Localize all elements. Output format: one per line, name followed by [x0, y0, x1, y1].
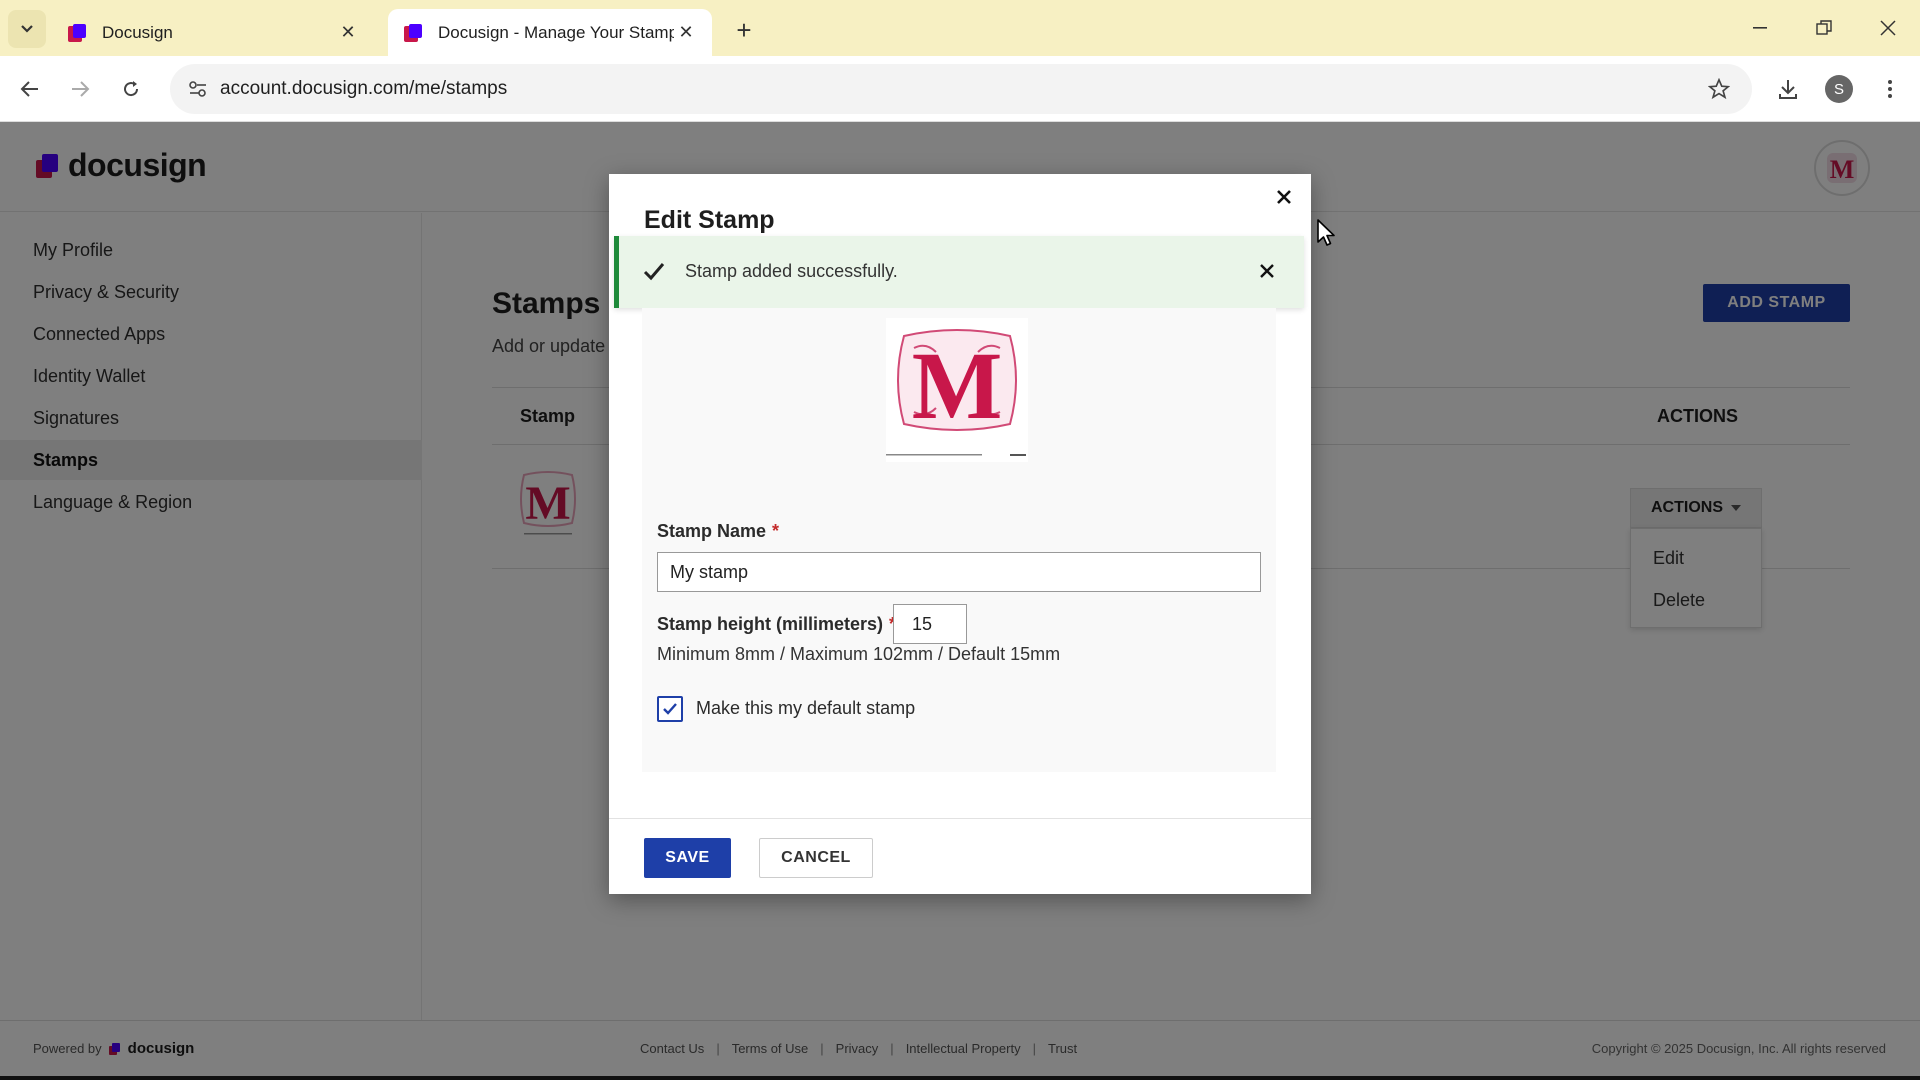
tab-search-button[interactable] [8, 10, 46, 48]
edit-stamp-dialog: Edit Stamp Stamp added successfully. M S… [609, 174, 1311, 894]
browser-tab-manage-stamps[interactable]: Docusign - Manage Your Stamps ✕ [388, 9, 712, 56]
close-toast-icon[interactable] [1254, 258, 1280, 284]
close-window-icon[interactable] [1870, 12, 1906, 44]
dialog-footer-divider [609, 818, 1311, 819]
close-tab-icon[interactable]: ✕ [336, 21, 360, 45]
url-text: account.docusign.com/me/stamps [220, 78, 508, 99]
bookmark-star-icon[interactable] [1704, 74, 1734, 104]
minimize-icon[interactable] [1742, 12, 1778, 44]
reload-icon[interactable] [113, 71, 149, 107]
default-stamp-label[interactable]: Make this my default stamp [696, 698, 915, 719]
browser-menu-icon[interactable] [1873, 72, 1907, 106]
stamp-height-hint: Minimum 8mm / Maximum 102mm / Default 15… [657, 644, 1061, 664]
download-icon[interactable] [1771, 72, 1805, 106]
mouse-cursor-icon [1317, 219, 1335, 246]
toast-message: Stamp added successfully. [685, 261, 898, 281]
stamp-preview-image: M [886, 318, 1028, 462]
tab-title: Docusign [102, 22, 173, 42]
site-info-icon[interactable] [182, 73, 214, 105]
cancel-button[interactable]: CANCEL [759, 838, 873, 878]
close-dialog-icon[interactable] [1269, 182, 1299, 212]
stamp-height-label: Stamp height (millimeters)* [657, 614, 896, 634]
docusign-favicon-icon [68, 23, 86, 42]
back-icon[interactable] [12, 71, 48, 107]
stamp-name-input[interactable] [657, 552, 1261, 592]
browser-tab-docusign[interactable]: Docusign ✕ [52, 9, 374, 56]
new-tab-button[interactable]: + [728, 14, 760, 46]
success-toast: Stamp added successfully. [614, 236, 1304, 308]
browser-tabbar: Docusign ✕ Docusign - Manage Your Stamps… [0, 0, 1920, 56]
docusign-favicon-icon [404, 23, 422, 42]
address-bar[interactable]: account.docusign.com/me/stamps [170, 64, 1752, 114]
default-stamp-checkbox[interactable] [657, 696, 683, 722]
svg-text:M: M [912, 332, 1003, 439]
close-tab-icon[interactable]: ✕ [674, 21, 698, 45]
stamp-name-label: Stamp Name * [657, 521, 780, 541]
forward-icon[interactable] [62, 71, 98, 107]
checkmark-icon [643, 263, 665, 281]
stamp-height-input[interactable] [893, 604, 967, 644]
chevron-down-icon [21, 25, 33, 33]
browser-profile-avatar[interactable]: S [1825, 75, 1853, 103]
restore-icon[interactable] [1806, 12, 1842, 44]
tab-title: Docusign - Manage Your Stamps [438, 22, 674, 42]
screen-edge [0, 1076, 1920, 1080]
save-button[interactable]: SAVE [644, 838, 731, 878]
checkmark-icon [663, 703, 677, 715]
browser-toolbar: account.docusign.com/me/stamps S [0, 56, 1920, 122]
dialog-title: Edit Stamp [644, 206, 775, 234]
